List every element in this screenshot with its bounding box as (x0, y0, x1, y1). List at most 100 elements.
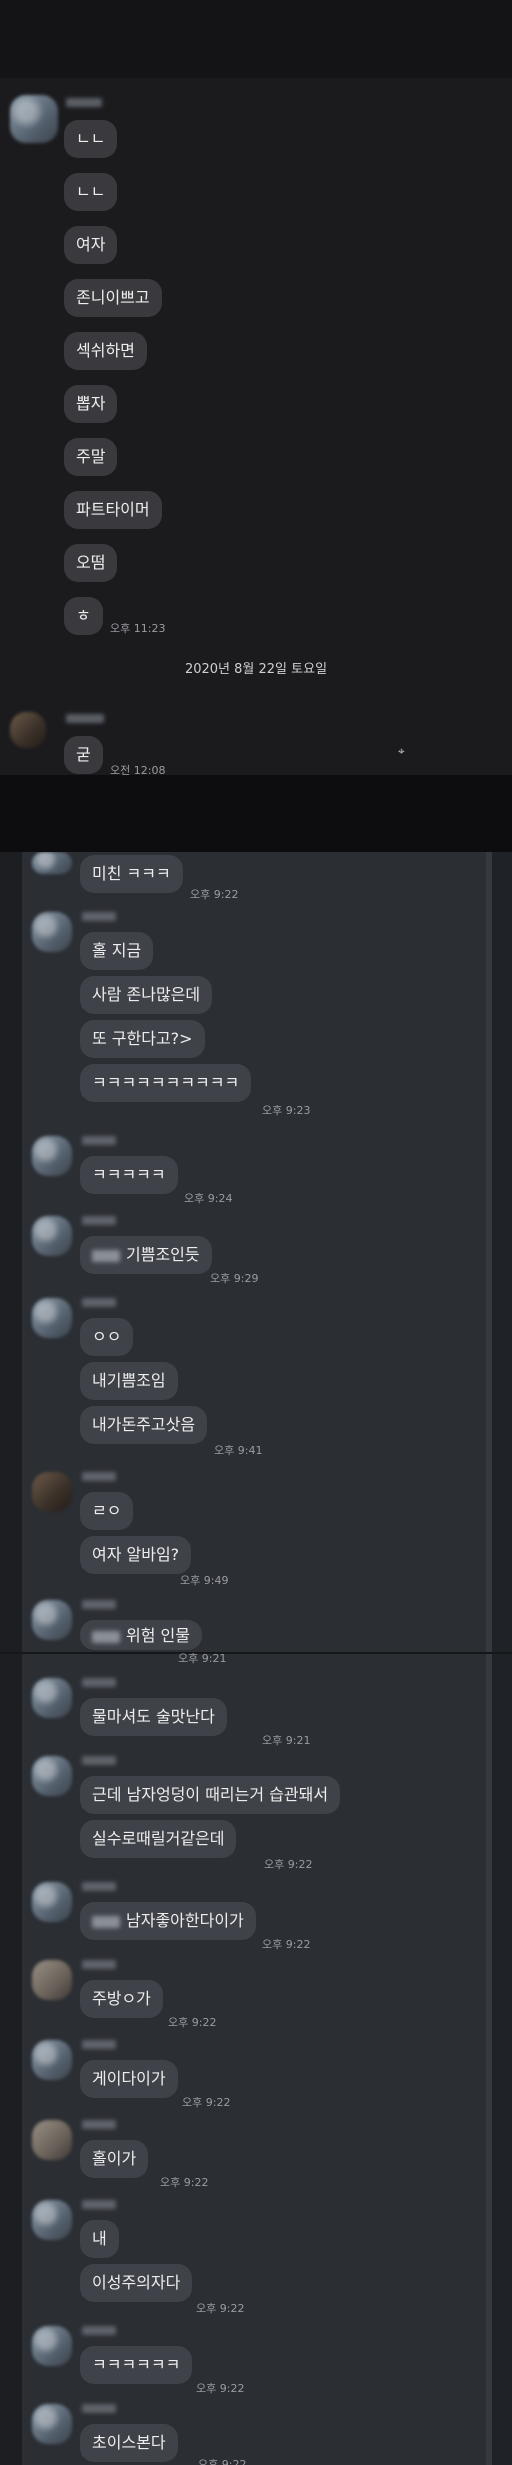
message-text: 내기쁨조임 (92, 1371, 166, 1390)
sender-name-blurred (66, 714, 104, 723)
message-text: 근데 남자엉덩이 때리는거 습관돼서 (92, 1785, 329, 1804)
sender-avatar[interactable] (32, 2200, 72, 2240)
message-time: 오후 9:22 (196, 2302, 245, 2315)
message-bubble[interactable]: 여자 알바임? (80, 1536, 192, 1574)
message-bubble[interactable]: 굳 (64, 736, 103, 774)
message-time: 오후 9:22 (190, 888, 239, 901)
message-text: 초이스본다 (92, 2433, 166, 2452)
sender-avatar[interactable] (32, 1136, 72, 1176)
message-bubble[interactable]: 존니이쁘고 (64, 279, 162, 317)
date-separator: 2020년 8월 22일 토요일 (184, 662, 328, 677)
message-text: 섹쉬하면 (76, 341, 135, 360)
blurred-mention (92, 1249, 120, 1262)
message-text: 게이다이가 (92, 2069, 166, 2088)
message-text: 주방ㅇ가 (92, 1989, 151, 2008)
message-text: 남자좋아한다이가 (126, 1911, 244, 1930)
chat-screenshot-2: 미친 ㅋㅋㅋ 오후 9:22 홀 지금 사람 존나많은데 또 구한다고?> ㅋㅋ… (0, 852, 512, 2465)
sender-avatar[interactable] (32, 1960, 72, 2000)
message-bubble[interactable]: 남자좋아한다이가 (80, 1902, 256, 1940)
message-bubble[interactable]: 내 (80, 2220, 119, 2258)
message-bubble[interactable]: 기쁨조인듯 (80, 1236, 212, 1274)
sender-avatar[interactable] (32, 1472, 72, 1512)
message-bubble[interactable]: ㅋㅋㅋㅋㅋㅋㅋㅋㅋㅋ (80, 1064, 252, 1102)
message-bubble[interactable]: ㅇㅇ (80, 1318, 134, 1356)
message-bubble[interactable]: 오떰 (64, 544, 118, 582)
message-text: 실수로때릴거같은데 (92, 1829, 225, 1848)
message-text: 파트타이머 (76, 500, 150, 519)
message-time: 오후 9:22 (160, 2176, 209, 2189)
header-bar (0, 0, 512, 78)
message-bubble[interactable]: 위험 인물 (80, 1620, 202, 1650)
sender-avatar[interactable] (32, 1600, 72, 1640)
sender-avatar[interactable] (32, 1678, 72, 1718)
sender-name-blurred (82, 1882, 116, 1891)
message-bubble[interactable]: 실수로때릴거같은데 (80, 1820, 237, 1858)
message-time: 오후 9:22 (198, 2458, 247, 2465)
message-bubble[interactable]: 내가돈주고삿음 (80, 1406, 208, 1444)
sender-name-blurred (82, 2326, 116, 2335)
sender-avatar[interactable] (32, 2040, 72, 2080)
message-time: 오후 9:49 (180, 1574, 229, 1587)
sender-avatar[interactable] (32, 1216, 72, 1256)
message-bubble[interactable]: 홀이가 (80, 2140, 149, 2178)
sender-name-blurred (82, 1756, 116, 1765)
message-bubble[interactable]: 초이스본다 (80, 2424, 178, 2462)
message-time: 오후 9:22 (264, 1858, 313, 1871)
message-bubble[interactable]: ㅋㅋㅋㅋㅋㅋ (80, 2346, 193, 2384)
message-bubble[interactable]: 또 구한다고?> (80, 1020, 205, 1058)
message-bubble[interactable]: 이성주의자다 (80, 2264, 193, 2302)
message-bubble[interactable]: 내기쁨조임 (80, 1362, 178, 1400)
message-bubble[interactable]: 홀 지금 (80, 932, 154, 970)
message-bubble[interactable]: ㅎ (64, 597, 103, 635)
message-text: ㅋㅋㅋㅋㅋㅋㅋㅋㅋㅋ (92, 1073, 240, 1092)
sender-name-blurred (82, 1600, 116, 1609)
sender-name-blurred (82, 2040, 116, 2049)
sender-name-blurred (82, 1678, 116, 1687)
sender-name-blurred (82, 1472, 116, 1481)
message-text: ㅋㅋㅋㅋㅋㅋ (92, 2355, 181, 2374)
message-bubble[interactable]: ㅋㅋㅋㅋㅋ (80, 1156, 178, 1194)
message-text: 뽑자 (76, 394, 106, 413)
sender-avatar[interactable] (32, 2404, 72, 2444)
message-text: 여자 알바임? (92, 1545, 180, 1564)
message-bubble[interactable]: 뽑자 (64, 385, 118, 423)
message-bubble[interactable]: 주방ㅇ가 (80, 1980, 163, 2018)
sender-name-blurred (82, 2120, 116, 2129)
message-time: 오후 9:41 (214, 1444, 263, 1457)
sender-avatar[interactable] (10, 712, 46, 748)
sender-avatar[interactable] (32, 1882, 72, 1922)
message-time: 오후 9:22 (262, 1938, 311, 1951)
message-bubble[interactable]: 미친 ㅋㅋㅋ (80, 855, 183, 893)
sender-avatar[interactable] (32, 2120, 72, 2160)
message-bubble[interactable]: 근데 남자엉덩이 때리는거 습관돼서 (80, 1776, 341, 1814)
sender-avatar[interactable] (32, 2326, 72, 2366)
message-time: 오후 11:23 (110, 622, 166, 635)
message-time: 오후 9:23 (262, 1104, 311, 1117)
message-text: ㅇㅇ (92, 1327, 122, 1346)
sender-avatar[interactable] (32, 1298, 72, 1338)
sender-name-blurred (82, 912, 116, 921)
message-bubble[interactable]: 주말 (64, 438, 118, 476)
message-bubble[interactable]: 사람 존나많은데 (80, 976, 213, 1014)
message-text: 굳 (76, 745, 91, 764)
message-bubble[interactable]: 여자 (64, 226, 118, 264)
message-text: ㄴㄴ (76, 182, 106, 201)
message-text: 내 (92, 2229, 107, 2248)
sender-name-blurred (82, 1960, 116, 1969)
message-bubble[interactable]: ㄴㄴ (64, 173, 118, 211)
message-bubble[interactable]: 물마셔도 술맛난다 (80, 1698, 227, 1736)
sender-avatar[interactable] (10, 95, 58, 143)
message-time: 오후 9:29 (210, 1272, 259, 1285)
left-rail (0, 852, 22, 2465)
sender-avatar[interactable] (32, 912, 72, 952)
sender-avatar[interactable] (32, 852, 72, 874)
message-text: 내가돈주고삿음 (92, 1415, 196, 1434)
message-bubble[interactable]: ㄹㅇ (80, 1492, 134, 1530)
message-bubble[interactable]: ㄴㄴ (64, 120, 118, 158)
sender-avatar[interactable] (32, 1756, 72, 1796)
message-bubble[interactable]: 파트타이머 (64, 491, 162, 529)
message-text: ㄴㄴ (76, 129, 106, 148)
message-bubble[interactable]: 섹쉬하면 (64, 332, 147, 370)
message-bubble[interactable]: 게이다이가 (80, 2060, 178, 2098)
blurred-mention (92, 1915, 120, 1928)
